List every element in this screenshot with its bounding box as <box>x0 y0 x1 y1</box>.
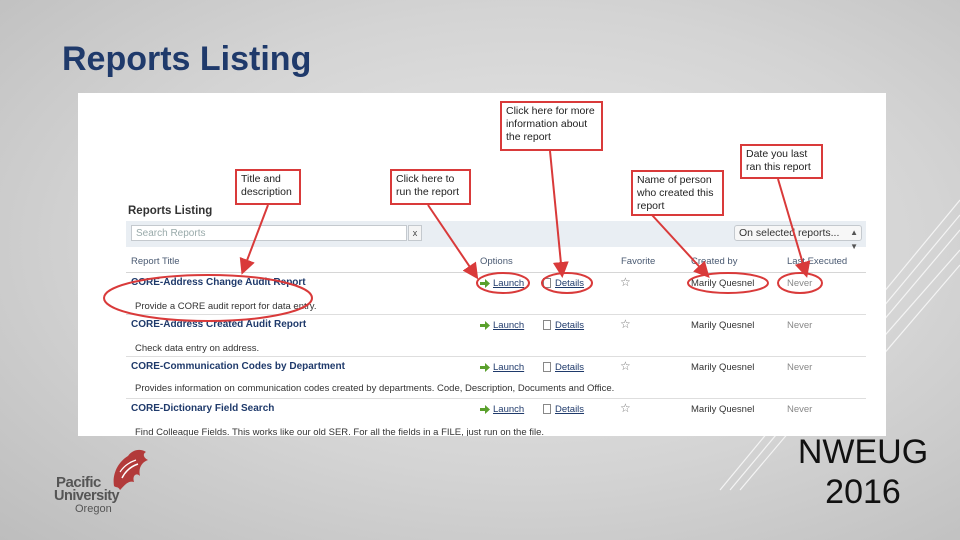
clear-search-button[interactable]: x <box>408 225 422 241</box>
callout-more-info: Click here for more information about th… <box>500 101 603 151</box>
toolbar: Search Reports x On selected reports... … <box>126 221 866 251</box>
column-favorite[interactable]: Favorite <box>621 256 655 267</box>
created-by: Marily Quesnel <box>691 278 755 289</box>
report-description: Provide a CORE audit report for data ent… <box>135 301 317 312</box>
launch-link[interactable]: Launch <box>493 320 524 331</box>
pacific-university-logo: Pacific University Oregon <box>50 446 160 516</box>
report-description: Provides information on communication co… <box>135 383 615 394</box>
callout-date: Date you last ran this report <box>740 144 823 179</box>
last-executed: Never <box>787 278 813 289</box>
launch-arrow-icon <box>480 321 490 330</box>
report-title: CORE-Address Created Audit Report <box>131 319 307 330</box>
favorite-star-icon[interactable]: ☆ <box>620 317 631 331</box>
report-description: Check data entry on address. <box>135 343 260 354</box>
reports-listing-heading: Reports Listing <box>128 205 213 217</box>
report-title: CORE-Communication Codes by Department <box>131 361 345 372</box>
favorite-star-icon[interactable]: ☆ <box>620 275 631 289</box>
slide-title: Reports Listing <box>62 40 312 78</box>
boxer-crest-icon <box>113 449 148 490</box>
document-icon <box>543 404 551 414</box>
column-last-executed[interactable]: Last Executed <box>787 256 847 267</box>
report-description: Find Colleague Fields. This works like o… <box>135 427 545 436</box>
details-link[interactable]: Details <box>555 320 584 331</box>
event-name: NWEUG <box>797 433 929 471</box>
column-report-title[interactable]: Report Title <box>131 256 180 267</box>
launch-arrow-icon <box>480 363 490 372</box>
table-row: CORE-Dictionary Field Search Find Collea… <box>126 399 866 436</box>
launch-link[interactable]: Launch <box>493 278 524 289</box>
event-label: NWEUG 2016 <box>792 432 934 512</box>
document-icon <box>543 320 551 330</box>
document-icon <box>543 278 551 288</box>
launch-link[interactable]: Launch <box>493 404 524 415</box>
report-title: CORE-Dictionary Field Search <box>131 403 275 414</box>
logo-text-oregon: Oregon <box>75 503 112 515</box>
event-year: 2016 <box>825 473 901 511</box>
report-title: CORE-Address Change Audit Report <box>131 277 306 288</box>
details-link[interactable]: Details <box>555 278 584 289</box>
logo-text-university: University <box>54 488 120 504</box>
favorite-star-icon[interactable]: ☆ <box>620 359 631 373</box>
callout-title-description: Title and description <box>235 169 301 205</box>
table-row: CORE-Communication Codes by Department P… <box>126 357 866 399</box>
created-by: Marily Quesnel <box>691 362 755 373</box>
table-row: CORE-Address Change Audit Report Provide… <box>126 273 866 315</box>
chevron-updown-icon: ▲ ▼ <box>850 228 858 251</box>
bulk-action-label: On selected reports... <box>739 227 840 239</box>
column-options: Options <box>480 256 513 267</box>
launch-link[interactable]: Launch <box>493 362 524 373</box>
last-executed: Never <box>787 404 813 415</box>
details-link[interactable]: Details <box>555 404 584 415</box>
launch-arrow-icon <box>480 405 490 414</box>
reports-screenshot: Reports Listing Search Reports x On sele… <box>78 93 886 436</box>
created-by: Marily Quesnel <box>691 404 755 415</box>
table-header: Report Title Options Favorite Created by… <box>126 252 866 273</box>
last-executed: Never <box>787 320 813 331</box>
search-input[interactable]: Search Reports <box>131 225 407 241</box>
column-created-by[interactable]: Created by <box>691 256 737 267</box>
callout-person: Name of person who created this report <box>631 170 724 216</box>
table-row: CORE-Address Created Audit Report Check … <box>126 315 866 357</box>
favorite-star-icon[interactable]: ☆ <box>620 401 631 415</box>
callout-run-report: Click here to run the report <box>390 169 471 205</box>
document-icon <box>543 362 551 372</box>
created-by: Marily Quesnel <box>691 320 755 331</box>
bulk-action-select[interactable]: On selected reports... ▲ ▼ <box>734 225 862 251</box>
last-executed: Never <box>787 362 813 373</box>
launch-arrow-icon <box>480 279 490 288</box>
details-link[interactable]: Details <box>555 362 584 373</box>
